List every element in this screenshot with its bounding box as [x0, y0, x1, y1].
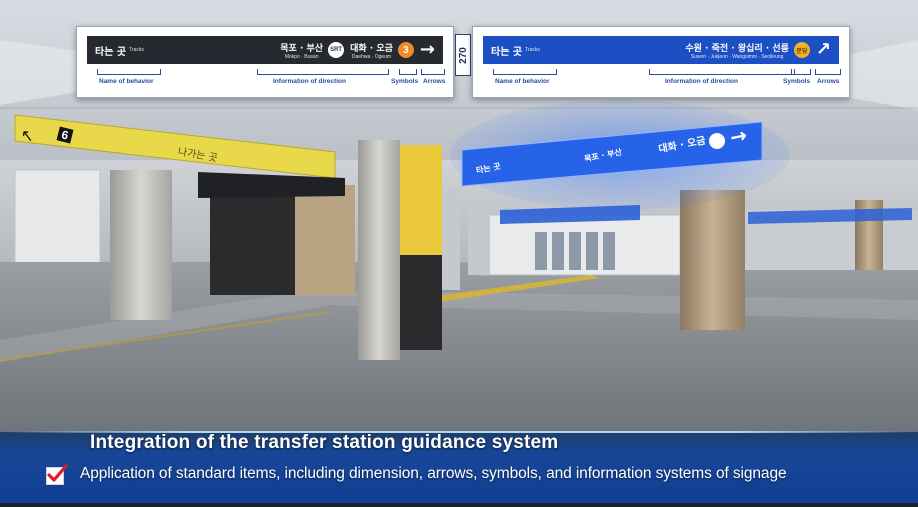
caption-symbols: Symbols	[391, 78, 419, 85]
check-mark-icon	[47, 464, 68, 482]
behavior-name: 타는 곳	[95, 46, 127, 58]
right-arrow-icon: →	[419, 39, 435, 60]
behavior-bracket	[493, 69, 557, 75]
caption-information-of-direction: Information of direction	[665, 78, 738, 85]
destination-ko: 수원 · 죽전 · 왕십리 · 선릉	[685, 43, 789, 54]
destination-1: 수원 · 죽전 · 왕십리 · 선릉 Suwon · Jukjeon · Wan…	[685, 41, 789, 60]
destination-en: Mokpo · Busan	[284, 53, 319, 60]
direction-bracket	[649, 69, 795, 75]
caption-arrows: Arrows	[817, 78, 840, 85]
pillar	[442, 190, 460, 290]
srt-symbol-icon: SRT	[328, 42, 345, 58]
sign-standard-right: 타는 곳 Tracks 수원 · 죽전 · 왕십리 · 선릉 Suwon · J…	[472, 26, 850, 98]
wood-wall-block	[295, 185, 355, 295]
line-3-symbol-icon: 3	[397, 42, 414, 58]
up-right-arrow-icon: ↗	[815, 39, 831, 60]
pillar	[358, 140, 400, 360]
behavior-name: 타는 곳	[491, 46, 523, 58]
caption-title: Integration of the transfer station guid…	[90, 432, 559, 453]
sign-standard-left: 타는 곳 Tracks 목포 · 부산 Mokpo · Busan SRT 대화…	[76, 26, 454, 98]
bundang-line-symbol-icon: 분당	[793, 42, 810, 58]
checkbox-icon	[46, 464, 68, 485]
destination-1: 목포 · 부산 Mokpo · Busan	[280, 41, 323, 60]
symbols-bracket	[791, 69, 811, 75]
symbols-bracket	[399, 69, 417, 75]
caption-name-of-behavior: Name of behavior	[99, 78, 154, 85]
destination-ko: 목포 · 부산	[280, 43, 324, 54]
destination-2: 대화 · 오금 Daehwa · Ogeum	[350, 41, 393, 60]
dark-wall-block	[210, 185, 295, 295]
behavior-name-en: Tracks	[525, 47, 540, 53]
pillar-yellow-sign	[400, 145, 442, 255]
destination-en: Daehwa · Ogeum	[351, 53, 392, 60]
caption-subtitle: Application of standard items, including…	[80, 465, 787, 482]
caption-symbols: Symbols	[783, 78, 811, 85]
behavior-bracket	[97, 69, 161, 75]
side-number-badge: 270	[455, 34, 471, 76]
wood-pillar	[680, 190, 745, 330]
dark-sign-bar: 타는 곳 Tracks 목포 · 부산 Mokpo · Busan SRT 대화…	[87, 36, 443, 64]
ticket-machines	[535, 232, 615, 270]
direction-bracket	[257, 69, 389, 75]
behavior-name-en: Tracks	[129, 47, 144, 53]
destination-ko: 대화 · 오금	[350, 43, 393, 54]
blue-sign-symbol-icon	[709, 133, 725, 149]
destination-en: Suwon · Jukjeon · Wangsimni · Seolleung	[690, 53, 784, 60]
arrows-bracket	[421, 69, 445, 75]
caption-information-of-direction: Information of direction	[273, 78, 346, 85]
caption-name-of-behavior: Name of behavior	[495, 78, 550, 85]
arrows-bracket	[815, 69, 841, 75]
caption-arrows: Arrows	[423, 78, 446, 85]
side-number: 270	[457, 46, 469, 64]
pillar	[468, 200, 490, 275]
blue-sign-bar: 타는 곳 Tracks 수원 · 죽전 · 왕십리 · 선릉 Suwon · J…	[483, 36, 839, 64]
pillar	[110, 170, 172, 320]
exit-arrow-icon: ↖	[19, 125, 35, 146]
